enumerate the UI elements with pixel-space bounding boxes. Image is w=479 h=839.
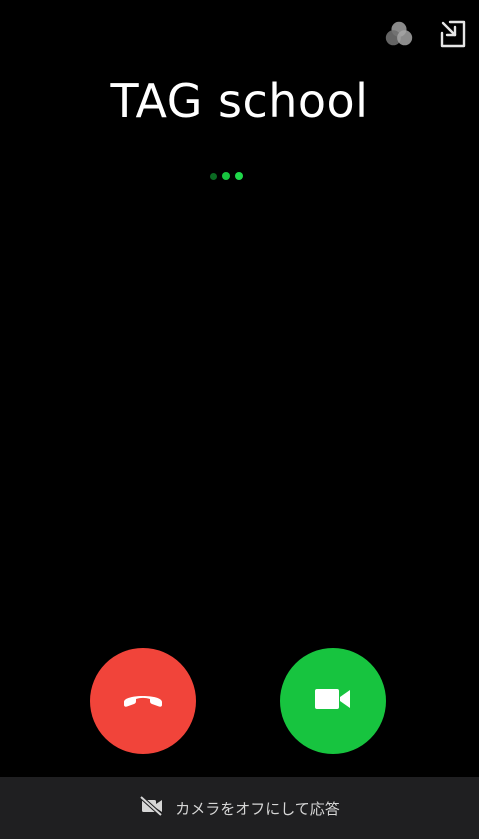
connecting-dot xyxy=(222,172,230,180)
answer-camera-off-label: カメラをオフにして応答 xyxy=(175,799,340,818)
decline-button[interactable] xyxy=(90,648,196,754)
connecting-indicator xyxy=(210,172,243,180)
accept-video-button[interactable] xyxy=(280,648,386,754)
camera-off-icon xyxy=(139,795,165,821)
minimize-icon[interactable] xyxy=(437,18,469,50)
caller-name: TAG school xyxy=(110,74,369,128)
phone-hangup-icon xyxy=(121,689,165,713)
top-icons xyxy=(383,18,469,50)
video-camera-icon xyxy=(313,686,353,716)
connecting-dot xyxy=(235,172,243,180)
effects-icon[interactable] xyxy=(383,18,415,50)
connecting-dot xyxy=(210,172,217,180)
answer-camera-off-button[interactable]: カメラをオフにして応答 xyxy=(0,777,479,839)
